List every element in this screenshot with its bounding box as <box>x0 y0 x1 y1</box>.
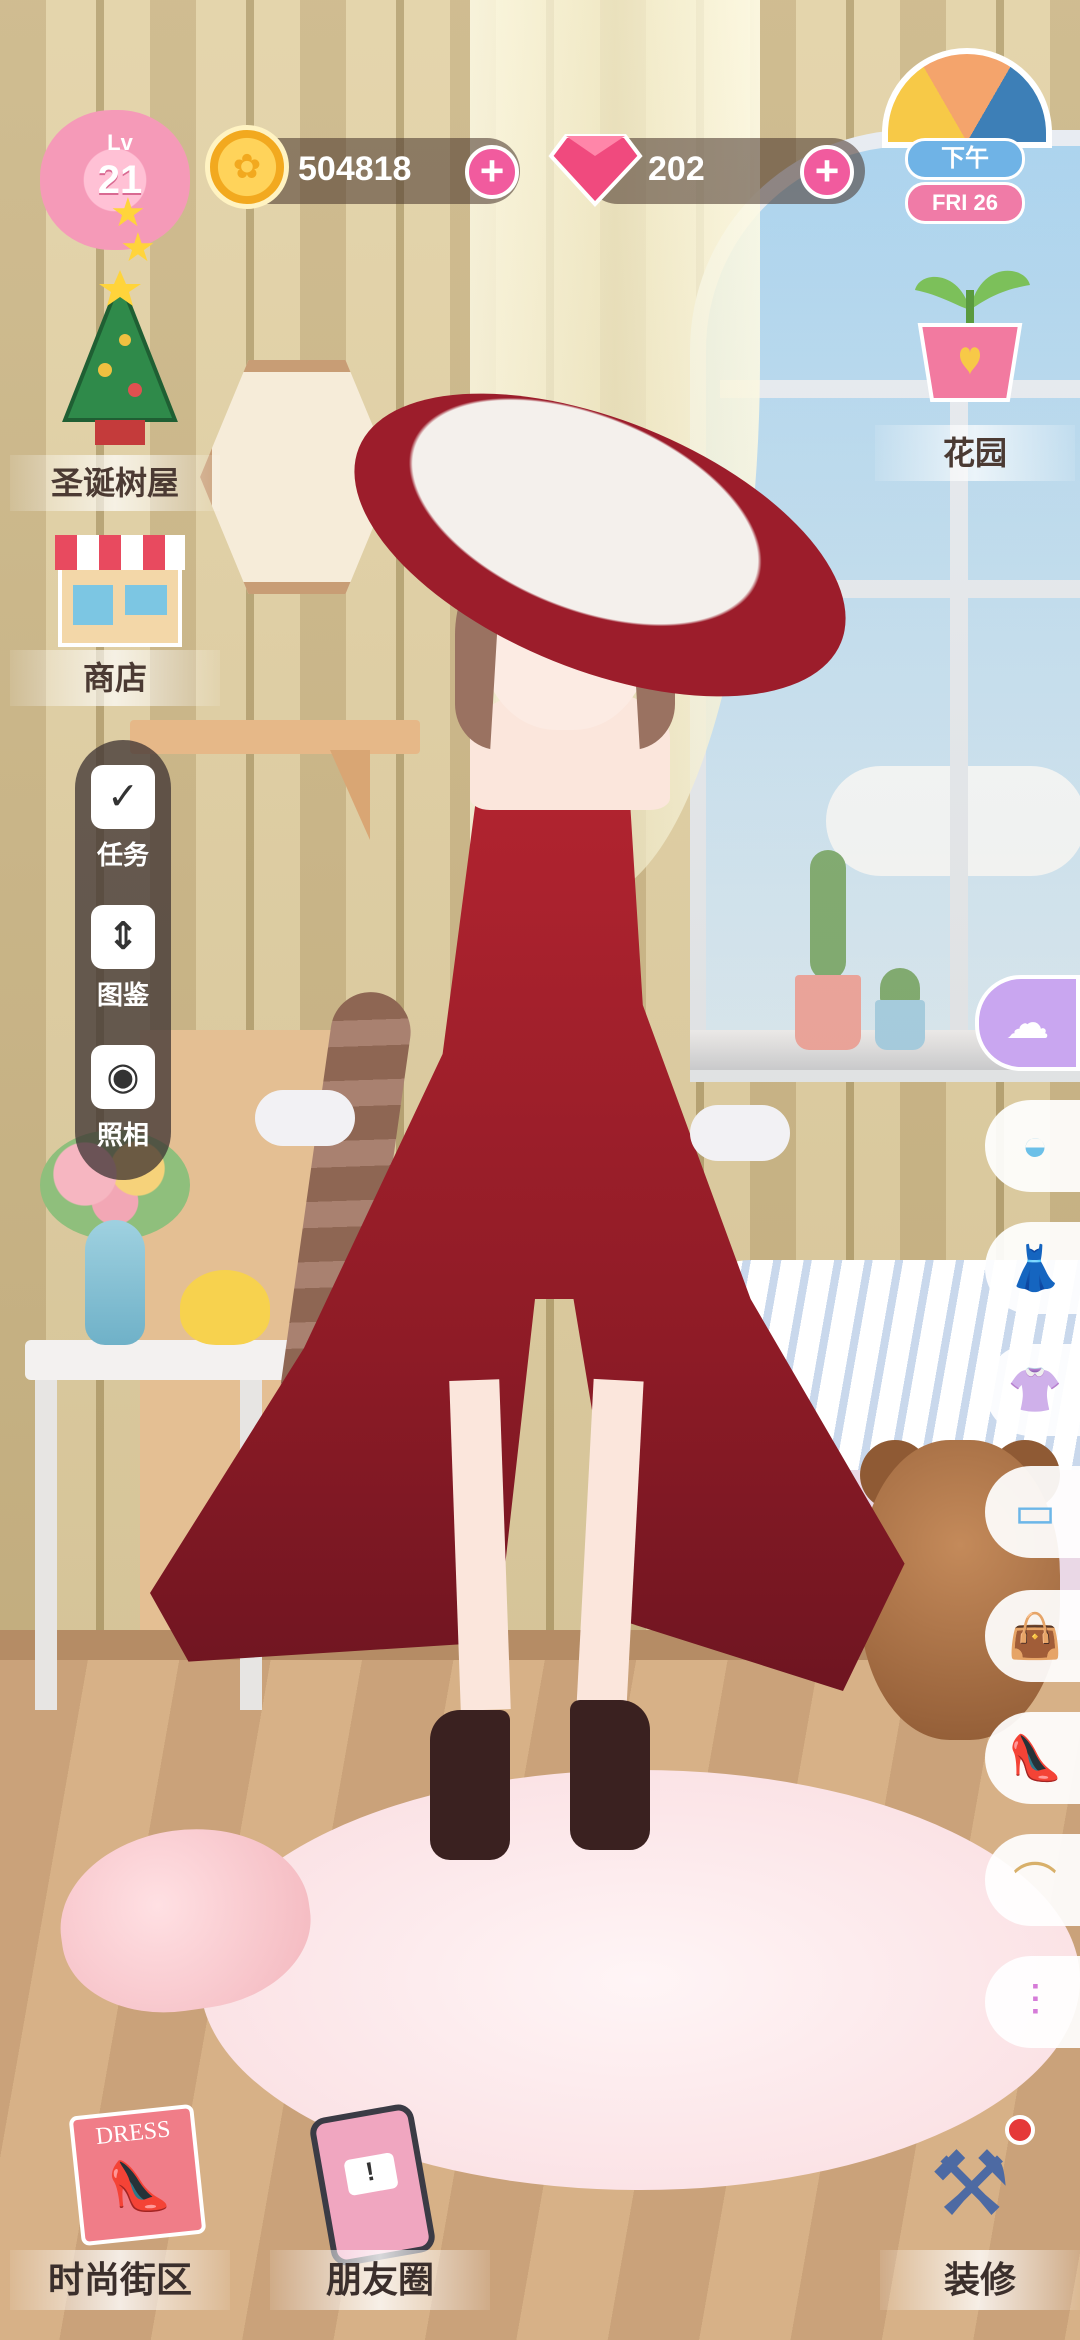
decorate-button[interactable]: 装修 <box>880 2250 1080 2310</box>
garden-icon[interactable] <box>900 230 1040 410</box>
level-label: Lv <box>107 130 133 155</box>
rubber-duck <box>180 1270 270 1345</box>
tab-bag[interactable]: 👜 <box>985 1590 1080 1682</box>
dress-card-text: DRESS <box>94 2116 172 2151</box>
hair-icon: ☁ <box>1005 998 1050 1048</box>
earrings-icon: ⫶ <box>1029 1977 1041 2026</box>
notification-dot <box>1005 2115 1035 2145</box>
phone-alert-icon: ! <box>342 2152 399 2197</box>
coin-value: 504818 <box>298 150 412 188</box>
character-glove <box>255 1090 355 1146</box>
add-coins-button[interactable]: + <box>465 145 519 199</box>
tab-bottom[interactable]: ▭ <box>985 1466 1080 1558</box>
tab-earrings[interactable]: ⫶ <box>985 1956 1080 2048</box>
album-label: 图鉴 <box>96 980 149 1010</box>
camera-icon: ◉ <box>91 1045 155 1109</box>
shoe-icon: 👠 <box>104 2154 173 2218</box>
table-leg <box>35 1380 57 1710</box>
christmas-tree-icon[interactable] <box>55 270 185 450</box>
star-icon: ★ <box>120 226 156 270</box>
plant-pot-icon <box>915 270 1030 402</box>
tasks-label: 任务 <box>96 840 149 870</box>
high-heel-icon: 👠 <box>1007 1734 1063 1783</box>
tab-hair[interactable]: ☁ <box>975 975 1080 1071</box>
tab-hat[interactable]: ◒ <box>985 1100 1080 1192</box>
character-shoe <box>570 1700 650 1850</box>
coin-icon: ✿ <box>205 125 289 209</box>
clipboard-icon: ✓ <box>91 765 155 829</box>
time-of-day-badge: 下午 <box>905 138 1025 180</box>
diamond-icon <box>548 134 643 207</box>
vase <box>85 1220 145 1345</box>
bag-icon: 👜 <box>1007 1612 1063 1661</box>
camera-button[interactable]: ◉ 照相 <box>75 1045 171 1152</box>
hat-icon: ◒ <box>1021 1121 1049 1170</box>
shorts-icon: ▭ <box>1014 1487 1056 1537</box>
tasks-button[interactable]: ✓ 任务 <box>75 765 171 872</box>
tab-top[interactable]: 👚 <box>985 1344 1080 1436</box>
shop-icon <box>55 535 185 647</box>
gem-value: 202 <box>648 150 705 188</box>
dress-icon: 👗 <box>1007 1244 1063 1293</box>
camera-label: 照相 <box>96 1120 149 1150</box>
album-button[interactable]: ⇕ 图鉴 <box>75 905 171 1012</box>
friends-circle-button[interactable]: 朋友圈 <box>270 2250 490 2310</box>
date-badge: FRI 26 <box>905 182 1025 224</box>
christmas-tree-icon <box>62 270 178 445</box>
fashion-street-button[interactable]: 时尚街区 <box>10 2250 230 2310</box>
album-icon: ⇕ <box>91 905 155 969</box>
shop-button[interactable]: 商店 <box>10 650 220 706</box>
tab-necklace[interactable]: ⌒ <box>985 1834 1080 1926</box>
tab-shoes[interactable]: 👠 <box>985 1712 1080 1804</box>
tab-dress[interactable]: 👗 <box>985 1222 1080 1314</box>
wall-shelf <box>130 720 420 754</box>
garden-button[interactable]: 花园 <box>875 425 1075 481</box>
character-shoe <box>430 1710 510 1860</box>
christmas-house-button[interactable]: 圣诞树屋 <box>10 455 220 511</box>
shirt-icon: 👚 <box>1007 1366 1063 1415</box>
necklace-icon: ⌒ <box>1013 1860 1057 1909</box>
side-table <box>25 1340 305 1380</box>
add-gems-button[interactable]: + <box>800 145 854 199</box>
character-glove <box>690 1105 790 1161</box>
shop-icon[interactable] <box>55 530 185 650</box>
fashion-street-icon[interactable]: DRESS 👠 <box>68 2103 207 2247</box>
